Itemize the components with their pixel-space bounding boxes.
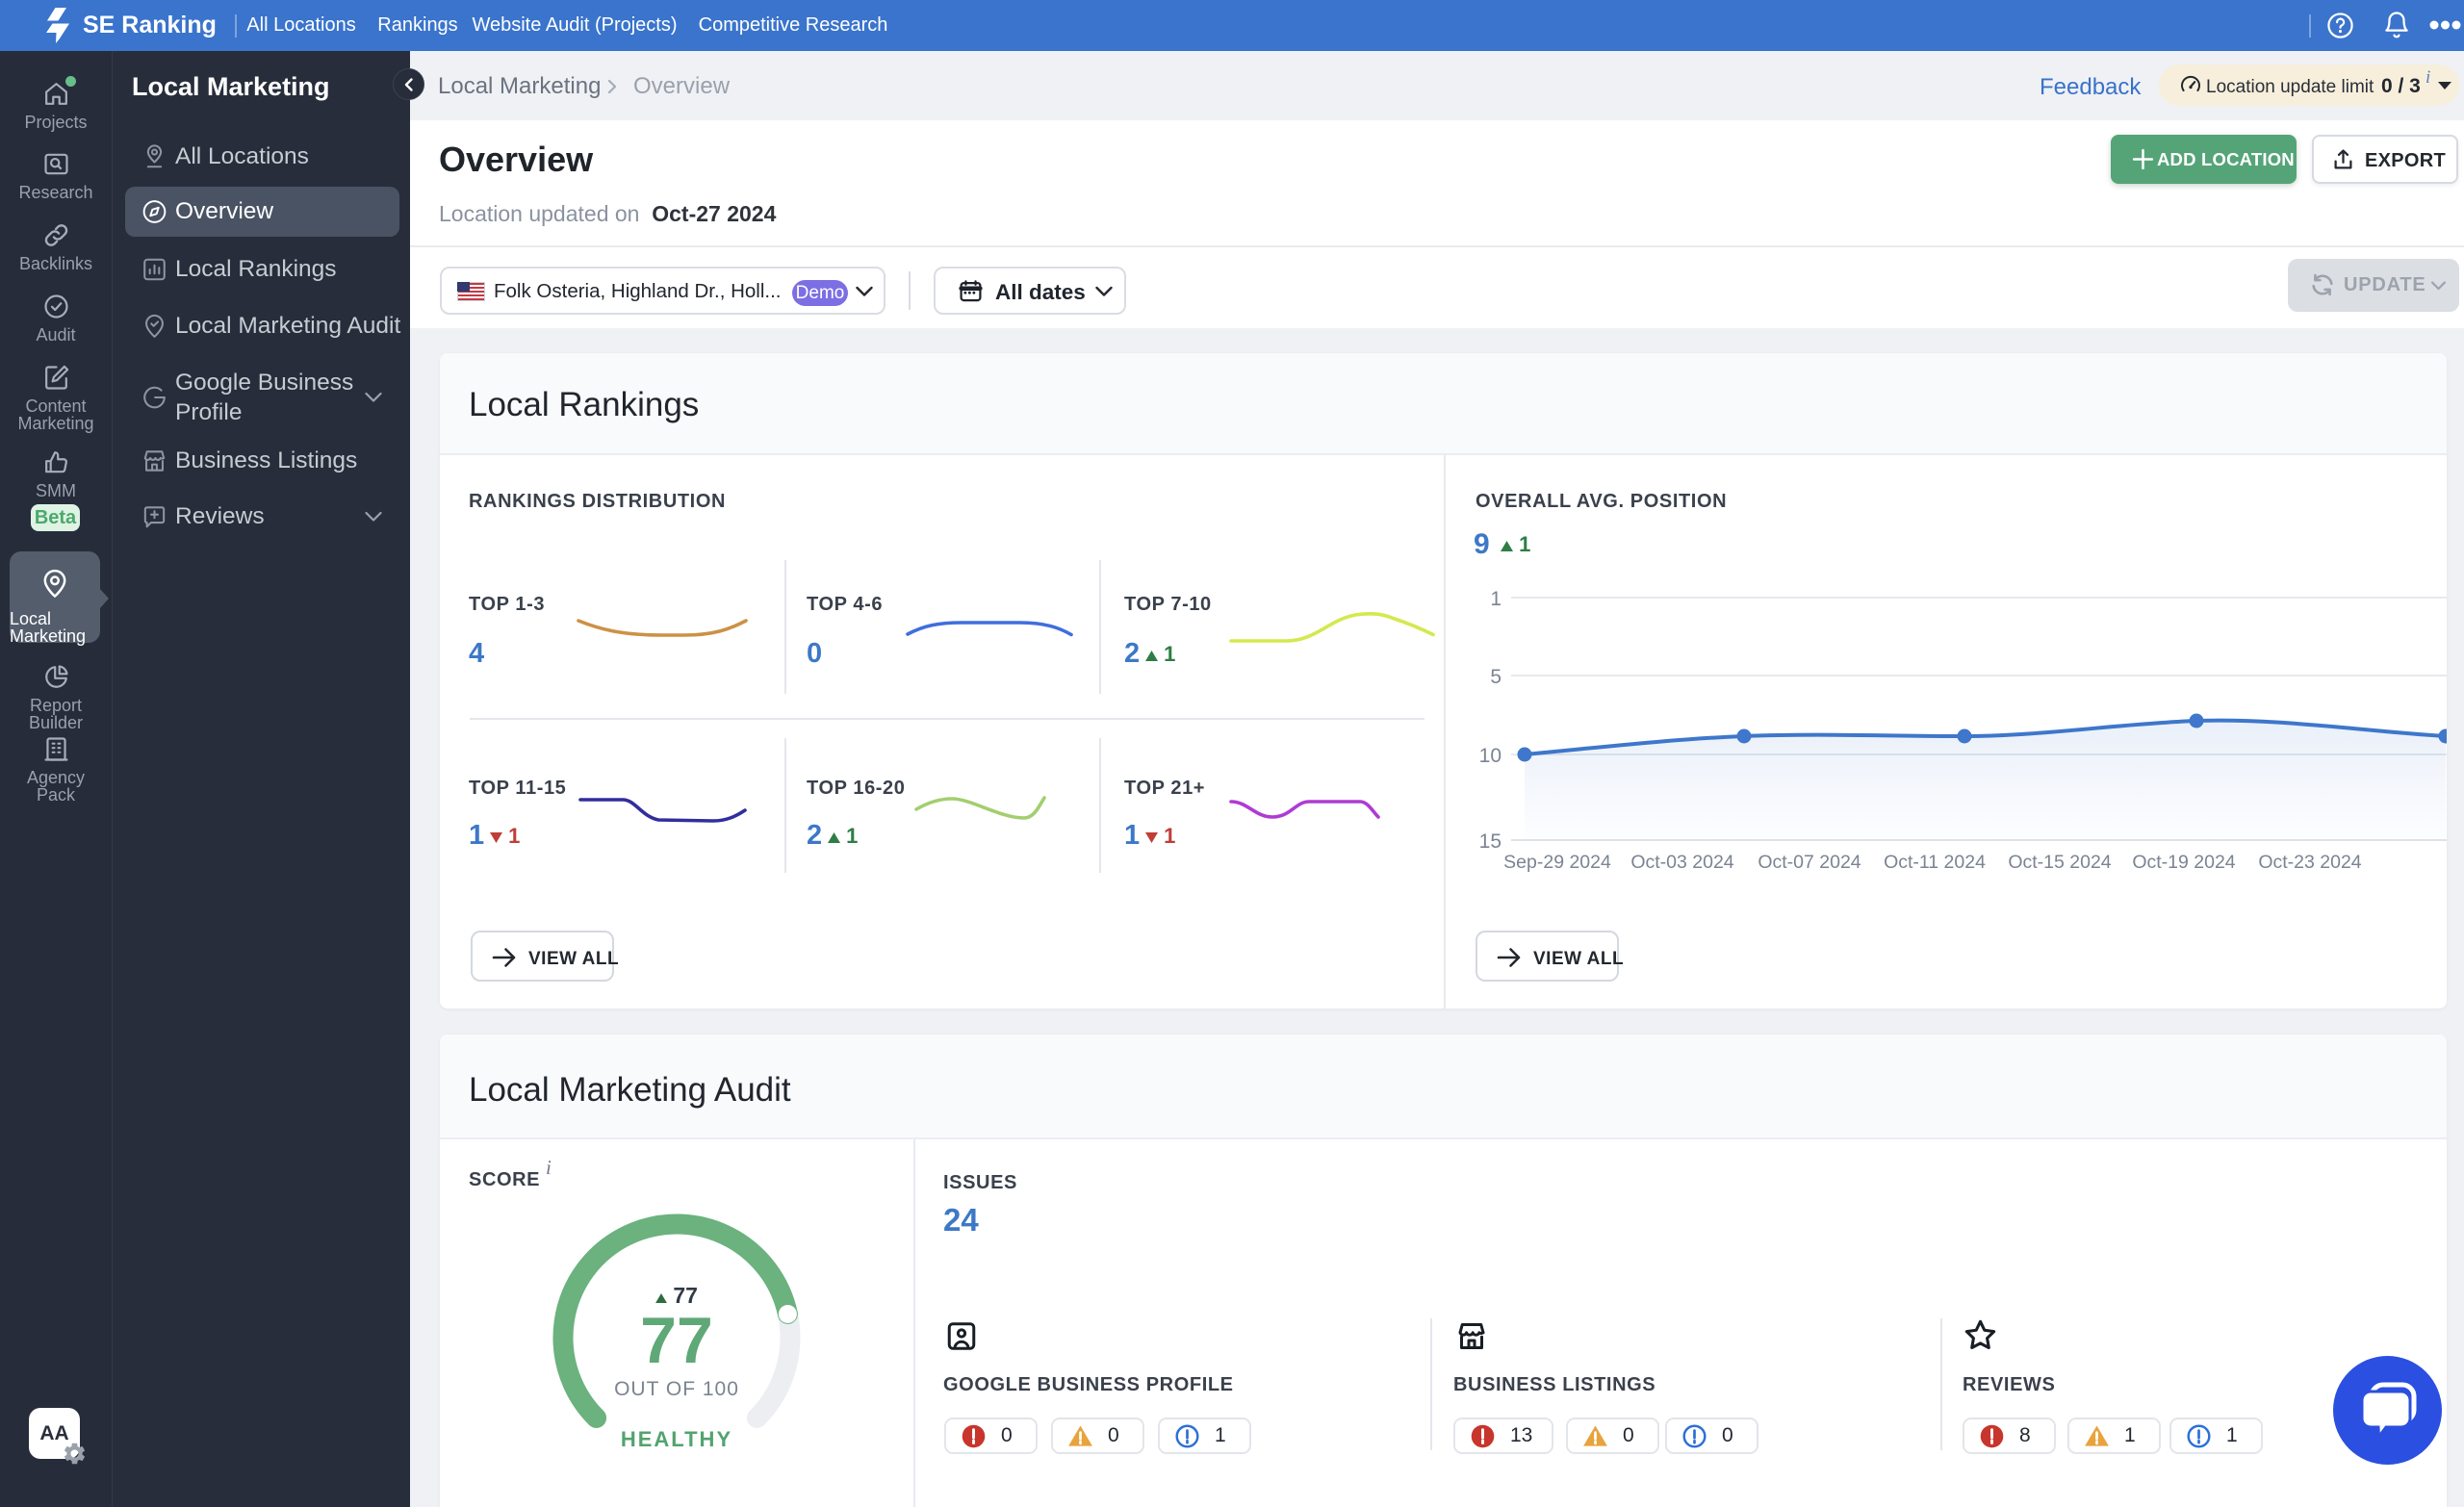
svg-text:Oct-23 2024: Oct-23 2024 (2258, 852, 2361, 873)
svg-text:Oct-11 2024: Oct-11 2024 (1884, 852, 1986, 873)
svg-text:1: 1 (1490, 588, 1502, 610)
svg-text:Oct-07 2024: Oct-07 2024 (1758, 852, 1861, 873)
svg-text:15: 15 (1479, 830, 1502, 853)
svg-text:Sep-29 2024: Sep-29 2024 (1503, 852, 1611, 873)
svg-text:Oct-19 2024: Oct-19 2024 (2132, 852, 2235, 873)
svg-text:Oct-03 2024: Oct-03 2024 (1630, 852, 1733, 873)
svg-text:5: 5 (1490, 666, 1502, 688)
svg-text:Oct-15 2024: Oct-15 2024 (2008, 852, 2111, 873)
svg-text:10: 10 (1479, 745, 1502, 767)
